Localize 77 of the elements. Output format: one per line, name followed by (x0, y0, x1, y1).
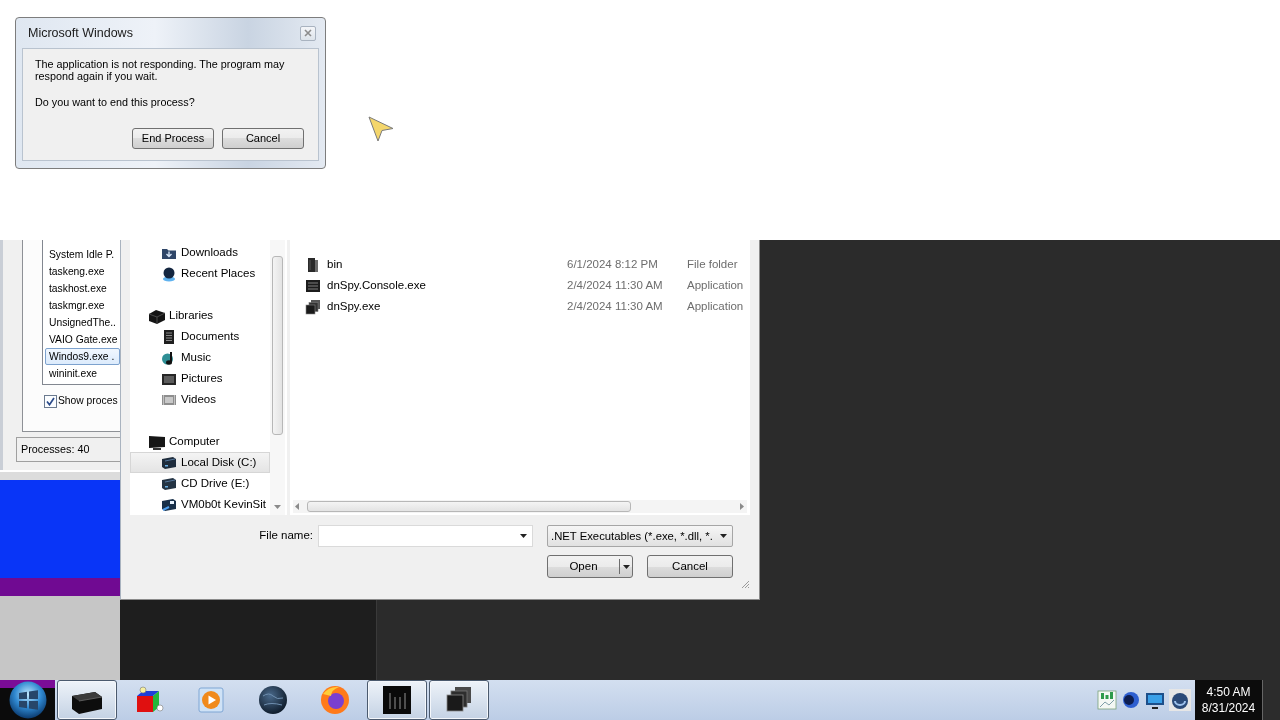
file-date: 2/4/2024 11:30 AM (567, 298, 664, 314)
file-type: File folder (687, 256, 738, 272)
clock-date: 8/31/2024 (1201, 700, 1256, 716)
process-item[interactable]: Windos9.exe . (45, 348, 120, 365)
nav-item[interactable]: Downloads (130, 242, 270, 263)
scroll-right-icon[interactable] (740, 503, 744, 510)
file-row[interactable]: bin 6/1/2024 8:12 PM File folder (290, 254, 750, 275)
file-name-label: File name: (259, 528, 313, 544)
taskbar-button[interactable] (57, 680, 117, 720)
dialog-button[interactable]: Cancel (222, 128, 304, 150)
file-type-dropdown[interactable]: .NET Executables (*.exe, *.dll, *. (547, 525, 733, 547)
cursor-icon (368, 116, 394, 142)
stacked-windows-icon (305, 298, 321, 315)
caret-icon (720, 534, 727, 538)
close-button[interactable] (300, 25, 316, 41)
orb-icon (8, 681, 47, 719)
scrollbar-thumb[interactable] (272, 256, 283, 435)
nav-item[interactable]: Videos (130, 389, 270, 410)
book-icon (305, 256, 321, 273)
nav-item[interactable]: VM0b0t KevinSit (130, 494, 270, 515)
process-item[interactable]: System Idle P. (45, 246, 120, 263)
file-name-field[interactable] (318, 525, 533, 547)
process-item[interactable]: taskmgr.exe (45, 297, 120, 314)
scrollbar-thumb[interactable] (307, 501, 631, 512)
nav-item[interactable]: Music (130, 347, 270, 368)
monitor-icon (149, 433, 165, 450)
file-name: bin (327, 256, 344, 272)
file-type: Application (687, 277, 744, 293)
nav-item[interactable]: Local Disk (C:) (130, 452, 270, 473)
disc-icon[interactable] (1121, 689, 1141, 711)
taskbar-button[interactable] (429, 680, 489, 720)
drive-icon (161, 475, 177, 492)
sphere-icon (161, 265, 177, 282)
process-item[interactable]: UnsignedThe.. (45, 314, 120, 331)
caret-icon (623, 564, 630, 569)
dialog-button[interactable]: Cancel (647, 555, 733, 578)
caret-icon (520, 534, 527, 538)
dialog-button[interactable]: End Process (132, 128, 214, 150)
process-item[interactable]: VAIO Gate.exe (45, 331, 120, 348)
start-button[interactable] (0, 680, 55, 720)
nav-item[interactable]: CD Drive (E:) (130, 473, 270, 494)
clock-panel[interactable]: 4:50 AM 8/31/2024 (1195, 680, 1262, 720)
clock-time: 4:50 AM (1206, 684, 1251, 700)
nav-item[interactable]: Recent Places (130, 263, 270, 284)
dialog-title: Microsoft Windows (28, 24, 133, 42)
file-date: 6/1/2024 8:12 PM (567, 256, 659, 272)
nav-item[interactable]: Libraries (130, 305, 270, 326)
nav-item[interactable]: Pictures (130, 368, 270, 389)
dialog-question: Do you want to end this process? (35, 96, 196, 109)
document-icon (161, 328, 177, 345)
file-name: dnSpy.exe (327, 298, 382, 314)
file-type: Application (687, 298, 744, 314)
process-item[interactable]: taskeng.exe (45, 263, 120, 280)
taskbar-button[interactable] (367, 680, 427, 720)
drive-icon (161, 454, 177, 471)
box-icon (149, 307, 165, 324)
resize-grip-icon (741, 580, 750, 589)
network-drive-icon (161, 496, 177, 513)
status-bar: Processes: 40 (16, 437, 120, 462)
nav-item[interactable]: Computer (130, 431, 270, 452)
process-item[interactable]: wininit.exe (45, 365, 120, 382)
checkbox-label: Show proces (58, 394, 118, 409)
file-row[interactable]: dnSpy.Console.exe 2/4/2024 11:30 AM Application (290, 275, 750, 296)
check-icon (46, 396, 55, 406)
dialog-message: The application is not responding. The program may respond again if you wait. (35, 58, 286, 82)
open-button[interactable]: Open (547, 555, 633, 578)
close-icon (304, 29, 312, 37)
console-window-icon (305, 277, 321, 294)
file-name: dnSpy.Console.exe (327, 277, 427, 293)
scroll-left-icon[interactable] (295, 503, 299, 510)
nav-item[interactable]: Documents (130, 326, 270, 347)
show-desktop-button[interactable] (1262, 680, 1280, 720)
scroll-down-icon[interactable] (274, 505, 281, 509)
file-date: 2/4/2024 11:30 AM (567, 277, 664, 293)
checkbox[interactable] (44, 394, 57, 408)
file-row[interactable]: dnSpy.exe 2/4/2024 11:30 AM Application (290, 296, 750, 317)
process-item[interactable]: taskhost.exe (45, 280, 120, 297)
